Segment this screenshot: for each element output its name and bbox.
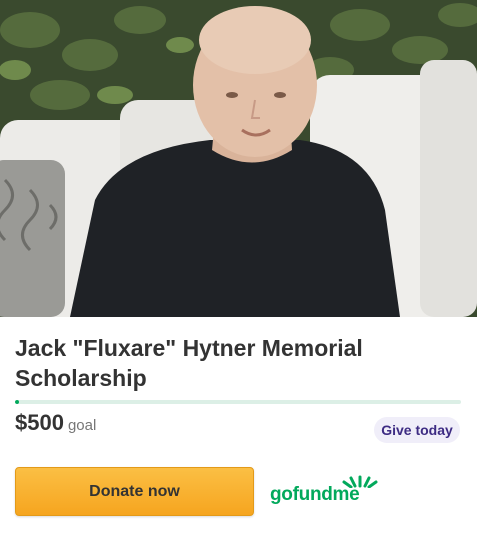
- goal-label: goal: [67, 417, 97, 434]
- gofundme-logo[interactable]: gofundme: [270, 474, 380, 510]
- give-today-badge[interactable]: Give today: [374, 417, 460, 443]
- goal-row: $500 goal: [15, 410, 96, 442]
- campaign-title[interactable]: Jack "Fluxare" Hytner Memorial Scholarsh…: [15, 333, 455, 393]
- campaign-photo[interactable]: [0, 0, 477, 317]
- progress-bar-fill: [15, 400, 20, 404]
- fundraiser-card[interactable]: Jack "Fluxare" Hytner Memorial Scholarsh…: [0, 0, 477, 533]
- donate-now-button[interactable]: Donate now: [15, 467, 254, 516]
- goal-amount: $500: [15, 410, 64, 435]
- progress-bar: [15, 400, 461, 404]
- sunburst-icon: [342, 475, 378, 488]
